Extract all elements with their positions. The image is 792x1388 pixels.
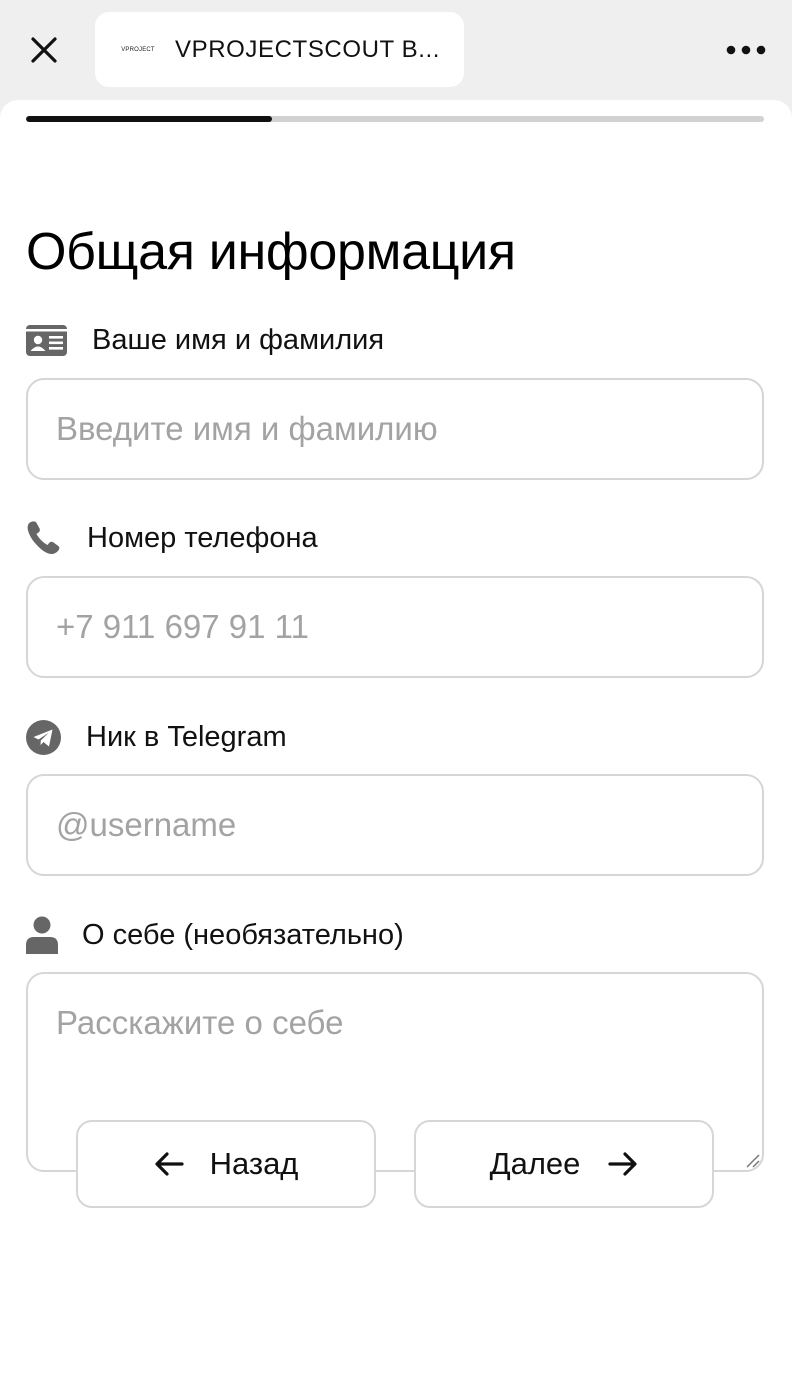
name-input[interactable] <box>26 378 764 480</box>
site-logo: VPROJECT <box>121 46 155 53</box>
about-label: О себе (необязательно) <box>82 918 404 951</box>
back-button-label: Назад <box>209 1146 299 1181</box>
phone-input[interactable] <box>26 576 764 678</box>
name-label: Ваше имя и фамилия <box>92 324 385 356</box>
id-card-icon <box>26 325 92 356</box>
telegram-label: Ник в Telegram <box>86 721 287 753</box>
browser-topbar: VPROJECT VPROJECTSCOUT B... <box>0 0 792 100</box>
content-sheet: Общая информация Ваше имя и фамилия Номе… <box>0 100 792 1388</box>
about-label-row: О себе (необязательно) <box>26 916 404 954</box>
telegram-icon <box>26 720 86 755</box>
telegram-input[interactable] <box>26 774 764 876</box>
close-button[interactable] <box>22 28 66 72</box>
more-icon <box>726 45 766 55</box>
name-label-row: Ваше имя и фамилия <box>26 324 384 357</box>
user-icon <box>26 916 82 954</box>
page-title: VPROJECTSCOUT B... <box>175 35 441 63</box>
telegram-label-row: Ник в Telegram <box>26 720 287 755</box>
form-heading: Общая информация <box>26 223 516 281</box>
more-options-button[interactable] <box>720 30 772 70</box>
arrow-right-icon <box>608 1151 638 1177</box>
progress-fill <box>26 116 272 122</box>
phone-label-row: Номер телефона <box>26 520 318 556</box>
next-button[interactable]: Далее <box>414 1120 714 1208</box>
resize-handle-icon[interactable] <box>744 1152 760 1168</box>
close-icon <box>31 37 57 63</box>
phone-icon <box>26 520 87 556</box>
page-title-pill[interactable]: VPROJECT VPROJECTSCOUT B... <box>95 12 464 87</box>
arrow-left-icon <box>154 1151 184 1177</box>
phone-label: Номер телефона <box>87 521 318 554</box>
back-button[interactable]: Назад <box>76 1120 376 1208</box>
next-button-label: Далее <box>489 1146 581 1181</box>
progress-bar <box>26 116 764 122</box>
